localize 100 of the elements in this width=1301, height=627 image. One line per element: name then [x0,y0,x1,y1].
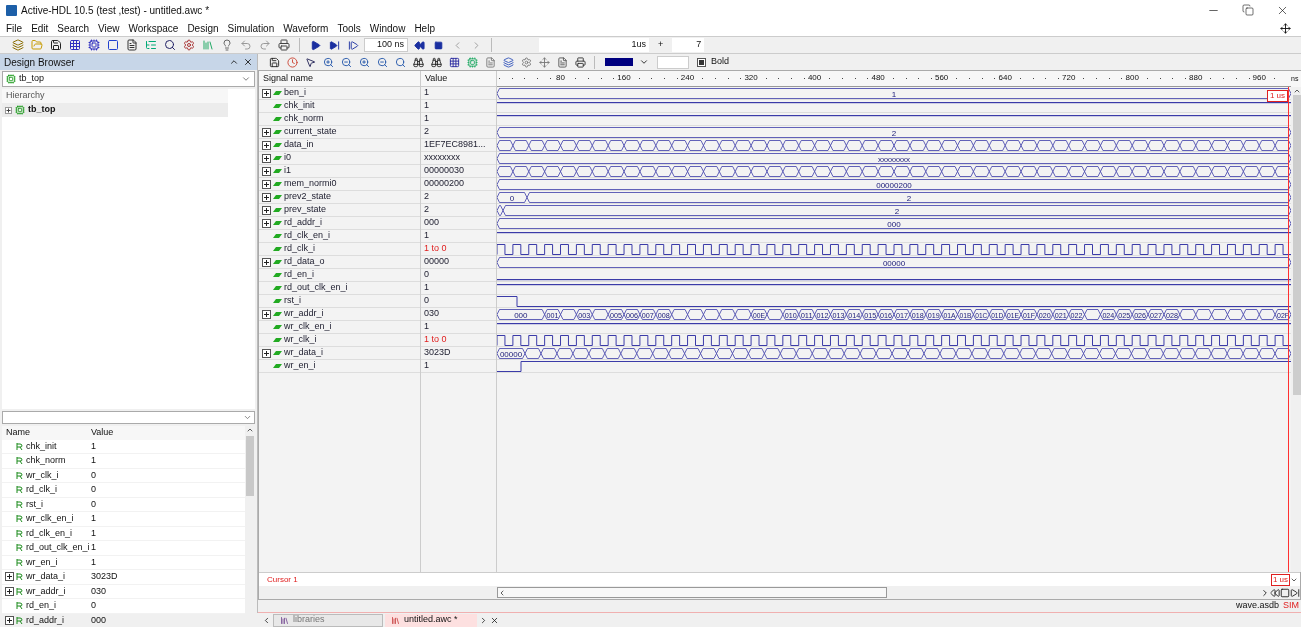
signal-value: 1 to 0 [424,242,447,256]
signal-name[interactable]: i1 [284,164,291,178]
signal-name[interactable]: wr_clk_i [284,333,317,347]
signal-name[interactable]: rd_data_o [284,255,325,269]
menu-item[interactable]: View [98,20,120,36]
scrollbar[interactable] [1291,87,1301,572]
signal-name[interactable]: chk_init [284,99,315,113]
square-icon[interactable] [105,37,121,53]
skip-forward-icon[interactable] [1290,587,1300,598]
printer-icon[interactable] [572,54,588,70]
horizontal-scrollbar[interactable] [497,587,887,598]
signal-name[interactable]: rst_i [284,294,301,308]
menu-item[interactable]: Simulation [227,20,275,36]
column-header: Value [90,426,115,439]
printer-icon[interactable] [276,37,292,53]
expand-icon[interactable] [5,106,12,114]
expand-icon[interactable] [5,615,14,625]
menu-item[interactable]: Workspace [128,20,179,36]
restore-icon[interactable] [1242,3,1254,16]
signal-name[interactable]: rd_clk_i [284,242,315,256]
settings-icon[interactable] [181,37,197,53]
expand-icon[interactable] [262,309,271,319]
expand-icon[interactable] [262,153,271,163]
menu-item[interactable]: Help [414,20,435,36]
document-tab[interactable]: libraries [273,613,383,627]
signal-value: 00000030 [424,164,465,178]
expand-icon[interactable] [262,205,271,215]
menu-item[interactable]: Tools [337,20,361,36]
expand-icon[interactable] [262,88,271,98]
signal-name[interactable]: data_in [284,138,314,152]
chip-icon[interactable] [86,37,102,53]
signal-name[interactable]: ben_i [284,86,307,100]
document-icon[interactable] [124,37,140,53]
scrollbar[interactable] [245,426,255,613]
width-field[interactable] [657,55,689,69]
step-time-field[interactable]: 100 ns [364,38,408,52]
close-icon[interactable] [243,57,253,67]
menu-item[interactable]: Waveform [283,20,329,36]
expand-icon[interactable] [262,127,271,137]
signal-name[interactable]: i0 [284,151,291,165]
signal-name[interactable]: rd_en_i [284,268,315,282]
signal-value: 0 [424,294,429,308]
expand-icon[interactable] [262,140,271,150]
expand-icon[interactable] [262,257,271,267]
signal-name[interactable]: rd_out_clk_en_i [284,281,348,295]
expand-icon[interactable] [262,348,271,358]
expand-icon[interactable] [5,586,14,596]
layers-icon[interactable] [500,54,516,70]
ruler-label: 400 [807,73,822,83]
menu-item[interactable]: Window [369,20,406,36]
signal-name[interactable]: prev2_state [284,190,332,204]
caret-icon[interactable] [639,57,649,67]
signal-name[interactable]: chk_norm [284,112,324,126]
tree-item[interactable]: tb_top [2,103,228,117]
rewind-icon[interactable] [1270,587,1280,598]
signal-name[interactable]: wr_data_i [284,346,324,360]
signal-name[interactable]: rd_clk_en_i [284,229,331,243]
object-value: 000 [90,613,108,627]
document-tab[interactable]: untitled.awc * [385,613,477,627]
signal-name[interactable]: rd_addr_i [284,216,323,230]
save-icon[interactable] [48,37,64,53]
search-icon[interactable] [162,37,178,53]
scroll-up-icon[interactable] [1292,87,1301,95]
expand-icon[interactable] [262,179,271,189]
menu-item[interactable]: Edit [31,20,49,36]
signal-name[interactable]: current_state [284,125,337,139]
menu-item[interactable]: Search [57,20,90,36]
menu-item[interactable]: File [6,20,23,36]
grid-icon[interactable] [67,37,83,53]
more-tabs-icon[interactable] [479,615,488,625]
object-name: wr_en_i [26,555,58,569]
expand-icon[interactable] [262,192,271,202]
signal-name[interactable]: wr_clk_en_i [284,320,332,334]
scroll-right-icon[interactable] [1260,587,1270,598]
scroll-up-icon[interactable] [246,426,254,434]
waveform-value: 003 [578,310,592,320]
expand-icon[interactable] [5,572,14,582]
signal-name[interactable]: wr_addr_i [284,307,324,321]
waveform-value: 00E [753,310,768,320]
port-icon [16,457,24,465]
top-unit-dropdown[interactable]: tb_top [2,71,255,87]
move-icon[interactable] [1280,22,1291,34]
signal-name[interactable]: prev_state [284,203,327,217]
close-icon[interactable] [490,615,499,625]
waveform-value: 028 [1165,310,1180,320]
run-until-field[interactable]: 1us [539,38,649,52]
bold-checkbox[interactable] [697,57,706,67]
stop-icon[interactable] [1280,587,1290,598]
color-picker[interactable] [605,58,633,66]
menu-item[interactable]: Design [187,20,219,36]
expand-icon[interactable] [262,166,271,176]
waveform-value: 01B [959,310,974,320]
port-icon [16,500,24,508]
expand-icon[interactable] [262,218,271,228]
scroll-left-icon[interactable] [498,588,506,597]
signal-name[interactable]: wr_en_i [284,359,316,373]
scroll-left-icon[interactable] [262,615,271,625]
port-icon [16,486,24,494]
signal-name[interactable]: mem_normi0 [284,177,337,191]
count-field[interactable]: 7 [672,38,705,52]
